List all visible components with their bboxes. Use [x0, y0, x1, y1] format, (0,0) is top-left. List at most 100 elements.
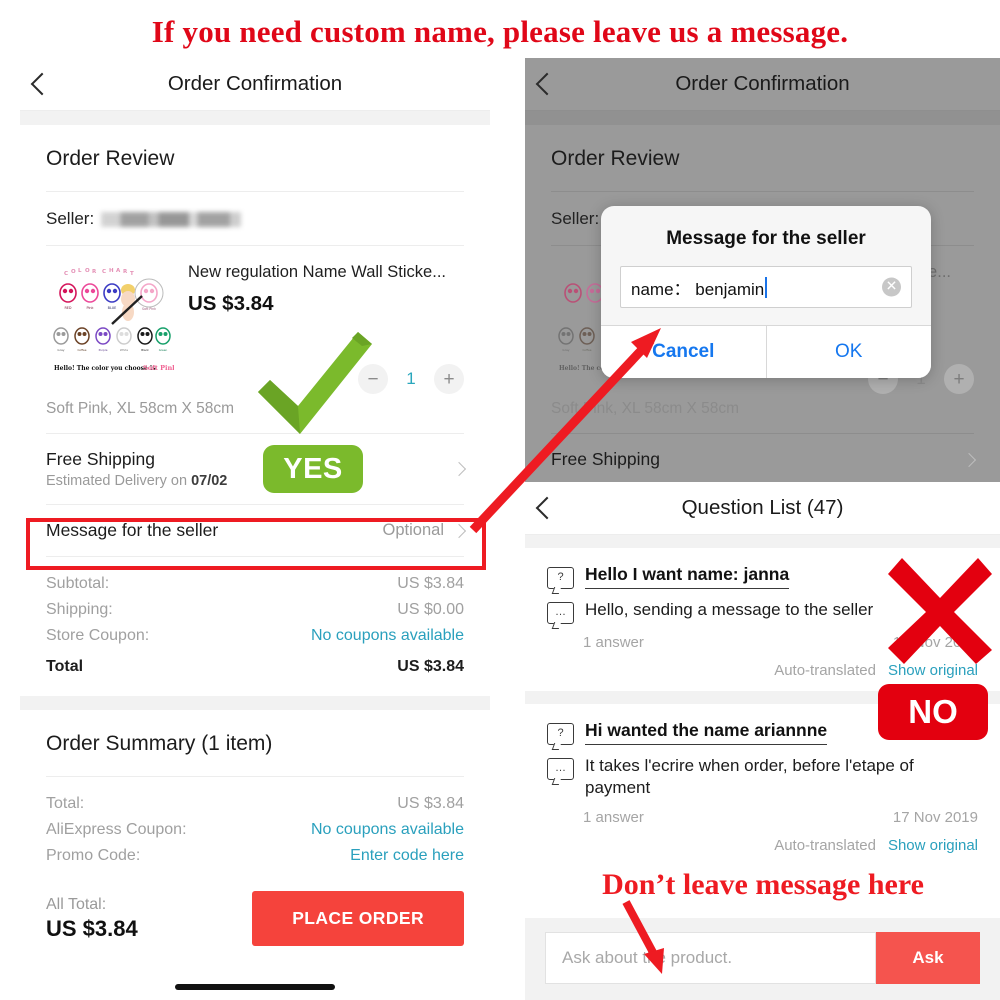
question-list-panel: Question List (47) ? Hello I want name: …	[525, 482, 1000, 1000]
all-total-value: US $3.84	[46, 915, 138, 941]
chevron-left-icon	[30, 72, 54, 96]
question-bubble-icon: ?	[547, 567, 574, 589]
svg-text:Green: Green	[159, 348, 168, 352]
question-line: ? Hi wanted the name ariannne	[547, 720, 978, 745]
summary-row-aliexpress-coupon[interactable]: AliExpress Coupon: No coupons available	[46, 817, 464, 843]
place-order-button[interactable]: PLACE ORDER	[252, 891, 464, 946]
price-row: Shipping: US $0.00	[46, 597, 464, 623]
svg-text:Purple: Purple	[99, 348, 108, 352]
quantity-value: 1	[406, 369, 416, 388]
product-title: New regulation Name Wall Sticke...	[188, 263, 446, 281]
svg-text:Soft Pink: Soft Pink	[143, 364, 174, 372]
svg-text:H: H	[109, 268, 114, 274]
price-row-label: Shipping:	[46, 601, 113, 618]
order-review-heading: Order Review	[551, 147, 680, 170]
svg-text:C: C	[64, 271, 68, 277]
summary-row-value[interactable]: No coupons available	[311, 821, 464, 839]
seller-label: Seller:	[551, 209, 600, 228]
show-original-link[interactable]: Show original	[888, 837, 978, 854]
screenshot-root: If you need custom name, please leave us…	[0, 0, 1000, 1000]
message-for-seller-row[interactable]: Message for the seller Optional	[46, 505, 467, 556]
answer-bubble-icon: …	[547, 758, 574, 780]
message-for-seller-dialog[interactable]: Message for the seller name： benjamin ✕ …	[601, 206, 931, 378]
order-review-section: Order Review Seller: COL OR CHA RT RED P…	[20, 125, 490, 696]
summary-row-value[interactable]: Enter code here	[350, 847, 464, 865]
ok-button[interactable]: OK	[767, 326, 932, 378]
answer-text: It takes l'ecrire when order, before l'e…	[585, 756, 914, 798]
chevron-left-icon	[535, 72, 559, 96]
shipping-row[interactable]: Free Shipping Estimated Delivery on 07/0…	[46, 434, 467, 504]
product-thumbnail[interactable]: COL OR CHA RT RED Pink BLUE Soft Pink Gr…	[46, 262, 174, 382]
auto-translated-label: Auto-translated	[774, 837, 876, 855]
product-row[interactable]: COL OR CHA RT RED Pink BLUE Soft Pink Gr…	[46, 246, 464, 394]
summary-row-label: AliExpress Coupon:	[46, 821, 187, 838]
ask-input-placeholder: Ask about the product.	[562, 948, 733, 967]
all-total-label: All Total:	[46, 895, 107, 913]
question-meta: 1 answer 17 Nov 2019	[547, 624, 978, 651]
seller-row[interactable]: Seller:	[46, 192, 464, 245]
svg-text:C: C	[102, 269, 106, 275]
back-button[interactable]	[30, 58, 70, 110]
message-input-value: name： benjamin	[631, 279, 765, 299]
svg-text:White: White	[120, 348, 128, 352]
color-chart-image: COL OR CHA RT RED Pink BLUE Soft Pink Gr…	[46, 262, 174, 382]
right-navbar: Order Confirmation	[525, 58, 1000, 111]
price-row-store-coupon[interactable]: Store Coupon: No coupons available	[46, 623, 464, 649]
svg-text:O: O	[85, 268, 90, 274]
show-original-link[interactable]: Show original	[888, 662, 978, 679]
question-item[interactable]: ? Hi wanted the name ariannne … It takes…	[525, 704, 1000, 867]
svg-text:Soft Pink: Soft Pink	[142, 307, 156, 311]
question-item[interactable]: ? Hello I want name: janna … Hello, send…	[525, 548, 1000, 691]
summary-row-label: Promo Code:	[46, 847, 141, 864]
plus-icon[interactable]: +	[434, 364, 464, 394]
answer-count: 1 answer	[583, 634, 644, 651]
promo-banner: If you need custom name, please leave us…	[151, 14, 849, 49]
price-row-value: US $0.00	[397, 601, 464, 618]
question-list-navbar: Question List (47)	[525, 482, 1000, 535]
home-indicator	[175, 984, 335, 990]
svg-text:Coffee: Coffee	[77, 348, 86, 352]
ask-button[interactable]: Ask	[876, 932, 980, 984]
ask-input[interactable]: Ask about the product.	[545, 932, 876, 984]
order-summary-heading: Order Summary (1 item)	[46, 732, 273, 755]
dialog-buttons: Cancel OK	[601, 325, 931, 378]
answer-line: … Hello, sending a message to the seller	[547, 599, 978, 624]
svg-text:Hello! The color you choose is: Hello! The color you choose is	[54, 365, 156, 372]
page-title: Order Confirmation	[675, 72, 850, 95]
summary-row-label: Total:	[46, 795, 85, 812]
product-price: US $3.84	[188, 291, 274, 315]
price-row-value[interactable]: No coupons available	[311, 627, 464, 645]
chevron-left-icon	[535, 496, 559, 520]
message-for-seller-value: Optional	[382, 521, 444, 539]
question-text: Hello I want name: janna	[585, 564, 790, 589]
page-title: Order Confirmation	[167, 72, 343, 95]
answer-count: 1 answer	[583, 809, 644, 827]
svg-text:L: L	[78, 268, 82, 274]
price-row-label: Total	[46, 658, 84, 675]
message-input[interactable]: name： benjamin ✕	[620, 266, 912, 308]
order-summary-section: Order Summary (1 item) Total: US $3.84 A…	[20, 710, 490, 946]
minus-icon[interactable]: −	[358, 364, 388, 394]
svg-text:RED: RED	[64, 306, 71, 310]
clear-circle-icon[interactable]: ✕	[882, 277, 901, 297]
shipping-title: Free Shipping	[551, 449, 660, 469]
chevron-right-icon	[451, 461, 467, 477]
section-divider	[525, 691, 1000, 704]
plus-icon: +	[944, 364, 974, 394]
svg-text:Gray: Gray	[562, 348, 569, 352]
chevron-right-icon	[961, 452, 977, 467]
shipping-subtitle: Estimated Delivery on 07/02	[46, 473, 228, 489]
back-button[interactable]	[535, 58, 575, 110]
svg-text:BLUE: BLUE	[108, 306, 117, 310]
back-button[interactable]	[535, 482, 575, 534]
price-row-value: US $3.84	[397, 575, 464, 592]
summary-row-promo-code[interactable]: Promo Code: Enter code here	[46, 843, 464, 869]
question-meta: 1 answer 17 Nov 2019	[547, 799, 978, 826]
price-row-label: Subtotal:	[46, 575, 110, 592]
cancel-button[interactable]: Cancel	[601, 326, 767, 378]
section-divider	[20, 111, 490, 125]
answer-text: Hello, sending a message to the seller	[585, 600, 874, 619]
text-caret	[765, 276, 768, 298]
quantity-stepper[interactable]: − 1 +	[358, 364, 464, 394]
summary-row-value: US $3.84	[397, 795, 464, 812]
